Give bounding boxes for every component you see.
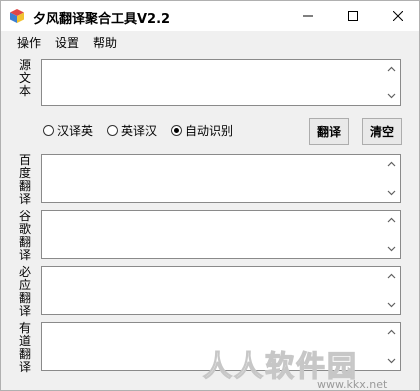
source-textbox[interactable] (41, 59, 401, 106)
close-icon (393, 11, 403, 21)
scroll-up-icon[interactable] (387, 161, 396, 167)
baidu-textbox[interactable] (41, 154, 401, 203)
scroll-down-icon[interactable] (387, 302, 396, 308)
close-button[interactable] (377, 1, 419, 31)
bing-label: 必应翻译 (18, 265, 31, 318)
google-scrollbar[interactable] (383, 211, 400, 258)
scroll-down-icon[interactable] (387, 93, 396, 99)
window-title: 夕风翻译聚合工具V2.2 (33, 12, 171, 27)
bing-scrollbar[interactable] (383, 267, 400, 314)
baidu-scrollbar[interactable] (383, 155, 400, 202)
clear-button[interactable]: 清空 (362, 118, 402, 145)
watermark-url: www.kkx.net (317, 378, 388, 390)
baidu-label: 百度翻译 (18, 153, 31, 206)
app-window: 夕风翻译聚合工具V2.2 操作 设置 帮助 源文本 汉译英 英译汉 自动识别 翻… (0, 0, 420, 391)
scroll-up-icon[interactable] (387, 329, 396, 335)
radio-auto-detect[interactable]: 自动识别 (171, 122, 233, 138)
scroll-down-icon[interactable] (387, 358, 396, 364)
scroll-down-icon[interactable] (387, 190, 396, 196)
maximize-icon (348, 11, 358, 21)
minimize-button[interactable] (287, 1, 329, 31)
scroll-up-icon[interactable] (387, 66, 396, 72)
google-label: 谷歌翻译 (18, 209, 31, 262)
source-scrollbar[interactable] (383, 60, 400, 105)
menu-operate[interactable]: 操作 (16, 34, 42, 51)
radio-en-to-cn[interactable]: 英译汉 (107, 122, 157, 138)
radio-circle[interactable] (107, 124, 118, 136)
radio-cn-to-en[interactable]: 汉译英 (43, 122, 93, 138)
google-textbox[interactable] (41, 210, 401, 259)
youdao-label: 有道翻译 (18, 321, 31, 374)
radio-label: 自动识别 (185, 123, 234, 138)
menu-help[interactable]: 帮助 (92, 34, 118, 51)
youdao-scrollbar[interactable] (383, 323, 400, 370)
youdao-textbox[interactable] (41, 322, 401, 371)
scroll-down-icon[interactable] (387, 246, 396, 252)
radio-label: 英译汉 (121, 123, 158, 138)
minimize-icon (303, 15, 313, 17)
menu-settings[interactable]: 设置 (54, 34, 80, 51)
radio-label: 汉译英 (57, 123, 94, 138)
scroll-up-icon[interactable] (387, 273, 396, 279)
radio-circle[interactable] (171, 124, 182, 136)
menu-bar: 操作 设置 帮助 (1, 31, 419, 53)
maximize-button[interactable] (332, 1, 374, 31)
cube-icon (10, 9, 24, 23)
scroll-up-icon[interactable] (387, 217, 396, 223)
source-label: 源文本 (18, 58, 31, 98)
radio-circle[interactable] (43, 124, 54, 136)
title-bar: 夕风翻译聚合工具V2.2 (1, 1, 419, 31)
bing-textbox[interactable] (41, 266, 401, 315)
translate-button[interactable]: 翻译 (309, 118, 349, 145)
